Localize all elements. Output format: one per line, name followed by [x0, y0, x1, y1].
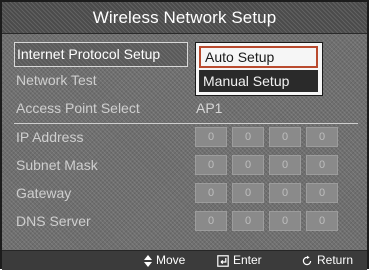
dropdown-option-manual-setup[interactable]: Manual Setup [199, 70, 318, 92]
dns-server-octet-2[interactable]: 0 [232, 211, 264, 231]
access-point-value: AP1 [196, 100, 223, 116]
subnet-mask-octet-1[interactable]: 0 [195, 155, 227, 175]
menu-item-network-test[interactable]: Network Test [16, 68, 97, 92]
gateway-octet-2[interactable]: 0 [232, 183, 264, 203]
footer-enter-hint: Enter [217, 251, 262, 270]
wireless-network-setup-screen: Wireless Network Setup Internet Protocol… [0, 0, 369, 270]
menu-item-ip-address[interactable]: IP Address [16, 125, 83, 149]
footer-hints: Move Enter Return [2, 250, 367, 270]
screen-title: Wireless Network Setup [2, 2, 367, 34]
return-icon [302, 255, 312, 265]
ip-address-octet-3[interactable]: 0 [269, 127, 301, 147]
dns-server-octet-1[interactable]: 0 [195, 211, 227, 231]
menu-item-subnet-mask[interactable]: Subnet Mask [16, 153, 98, 177]
gateway-octet-3[interactable]: 0 [269, 183, 301, 203]
subnet-mask-octet-4[interactable]: 0 [306, 155, 338, 175]
menu-item-gateway[interactable]: Gateway [16, 181, 71, 205]
footer-move-hint: Move [144, 251, 185, 270]
dns-server-octet-4[interactable]: 0 [306, 211, 338, 231]
ip-address-octet-2[interactable]: 0 [232, 127, 264, 147]
gateway-octet-1[interactable]: 0 [195, 183, 227, 203]
ip-address-octet-4[interactable]: 0 [306, 127, 338, 147]
internet-protocol-dropdown[interactable]: Auto Setup Manual Setup [195, 42, 323, 96]
enter-icon [217, 254, 229, 267]
footer-return-hint: Return [301, 251, 353, 270]
menu-item-label: Internet Protocol Setup [17, 46, 161, 62]
dns-server-octet-3[interactable]: 0 [269, 211, 301, 231]
move-updown-icon [144, 254, 152, 267]
menu-item-access-point-select[interactable]: Access Point Select [16, 96, 140, 120]
footer-return-label: Return [317, 253, 354, 267]
menu-item-dns-server[interactable]: DNS Server [16, 209, 91, 233]
menu-item-internet-protocol-setup[interactable]: Internet Protocol Setup [14, 42, 188, 67]
ip-address-octet-1[interactable]: 0 [195, 127, 227, 147]
dropdown-option-auto-setup[interactable]: Auto Setup [199, 46, 318, 68]
divider [14, 123, 358, 124]
subnet-mask-octet-2[interactable]: 0 [232, 155, 264, 175]
gateway-octet-4[interactable]: 0 [306, 183, 338, 203]
subnet-mask-octet-3[interactable]: 0 [269, 155, 301, 175]
footer-move-label: Move [156, 253, 186, 267]
footer-enter-label: Enter [233, 253, 262, 267]
